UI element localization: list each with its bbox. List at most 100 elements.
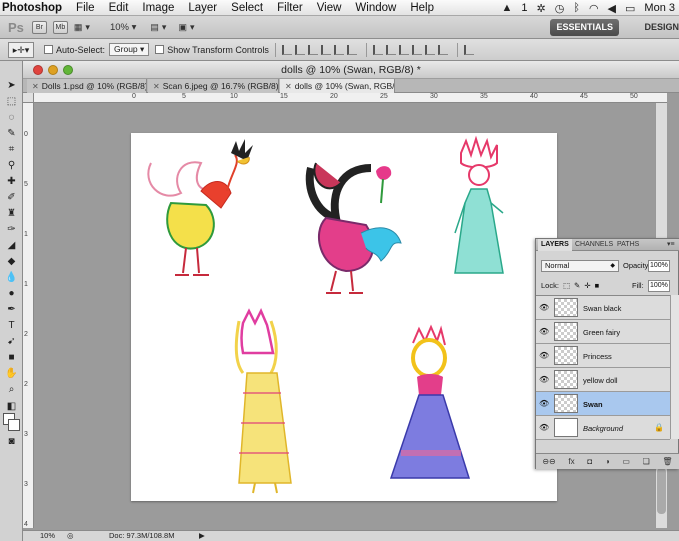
- adobe-icon[interactable]: ▲: [501, 2, 512, 14]
- layer-mask-icon[interactable]: ◘: [587, 457, 592, 466]
- lock-transparent-icon[interactable]: ⬚: [563, 280, 570, 292]
- status-zoom[interactable]: 10%: [40, 531, 55, 540]
- background-color-swatch[interactable]: [8, 419, 20, 431]
- path-selection-tool-icon[interactable]: ➹: [3, 335, 20, 348]
- eyedropper-tool-icon[interactable]: ⚲: [3, 159, 20, 172]
- extras-dropdown[interactable]: ▦ ▾: [74, 22, 90, 33]
- bluetooth-icon[interactable]: ᛒ: [573, 2, 580, 14]
- menu-edit[interactable]: Edit: [109, 2, 129, 14]
- dodge-tool-icon[interactable]: ●: [3, 287, 20, 300]
- sync-icon[interactable]: ✲: [537, 2, 546, 15]
- brush-tool-icon[interactable]: ✐: [3, 191, 20, 204]
- scroll-thumb[interactable]: [657, 468, 666, 514]
- menu-view[interactable]: View: [317, 2, 342, 14]
- distribute-hcenter-icon[interactable]: [424, 44, 435, 55]
- move-tool-icon[interactable]: ➤: [3, 79, 20, 92]
- visibility-eye-icon[interactable]: 👁: [539, 375, 549, 384]
- design-workspace-button[interactable]: DESIGN: [638, 19, 679, 36]
- auto-align-icon[interactable]: [463, 44, 474, 55]
- wifi-icon[interactable]: ◠: [589, 2, 599, 15]
- panel-menu-icon[interactable]: ▾≡: [664, 239, 678, 251]
- layer-swan-black[interactable]: 👁 Swan black: [536, 296, 670, 320]
- app-menu[interactable]: Photoshop: [2, 2, 62, 14]
- arrange-documents-dropdown[interactable]: ▤ ▾: [150, 22, 166, 33]
- bridge-button[interactable]: Br: [31, 20, 47, 34]
- horizontal-ruler[interactable]: 0 5 10 15 20 25 30 35 40 45 50: [34, 93, 667, 103]
- zoom-tool-icon[interactable]: ⌕: [3, 383, 20, 396]
- lock-position-icon[interactable]: ✛: [584, 280, 590, 292]
- close-tab-icon[interactable]: ✕: [153, 82, 160, 91]
- color-swatches-icon[interactable]: ◧: [3, 400, 20, 413]
- tab-paths[interactable]: PATHS: [614, 239, 642, 251]
- screen-mode-dropdown[interactable]: ▣ ▾: [178, 22, 194, 33]
- tool-preset-picker[interactable]: ▸✛▾: [8, 41, 34, 58]
- status-export-icon[interactable]: ◎: [67, 531, 74, 540]
- tab-channels[interactable]: CHANNELS: [572, 239, 616, 251]
- menu-select[interactable]: Select: [231, 2, 263, 14]
- auto-select-dropdown[interactable]: Group ▾: [109, 43, 150, 56]
- layer-swan[interactable]: 👁 Swan: [536, 392, 670, 416]
- distribute-bottom-icon[interactable]: [398, 44, 409, 55]
- minibridge-button[interactable]: Mb: [52, 20, 68, 34]
- align-left-icon[interactable]: [320, 44, 331, 55]
- quick-select-tool-icon[interactable]: ✎: [3, 127, 20, 140]
- vertical-ruler[interactable]: 0 5 1 1 2 2 3 3 4: [23, 103, 34, 528]
- time-machine-icon[interactable]: ◷: [555, 2, 565, 15]
- visibility-eye-icon[interactable]: 👁: [539, 351, 549, 360]
- tab-dolls-1[interactable]: ✕ Dolls 1.psd @ 10% (RGB/8) *: [27, 79, 147, 93]
- new-layer-icon[interactable]: ❏: [643, 457, 650, 466]
- close-tab-icon[interactable]: ✕: [285, 82, 292, 91]
- layer-princess[interactable]: 👁 Princess: [536, 344, 670, 368]
- zoom-level[interactable]: 10% ▾: [110, 22, 136, 33]
- paint-bucket-tool-icon[interactable]: ◆: [3, 255, 20, 268]
- hand-tool-icon[interactable]: ✋: [3, 367, 20, 380]
- visibility-eye-icon[interactable]: 👁: [539, 423, 549, 432]
- auto-select-checkbox[interactable]: [44, 45, 53, 54]
- lock-pixels-icon[interactable]: ✎: [574, 280, 580, 292]
- blur-tool-icon[interactable]: 💧: [3, 271, 20, 284]
- distribute-left-icon[interactable]: [411, 44, 422, 55]
- distribute-top-icon[interactable]: [372, 44, 383, 55]
- layer-background[interactable]: 👁 Background 🔒: [536, 416, 670, 440]
- menu-help[interactable]: Help: [410, 2, 434, 14]
- fill-field[interactable]: 100%: [648, 280, 670, 292]
- tab-layers[interactable]: LAYERS: [538, 239, 572, 251]
- visibility-eye-icon[interactable]: 👁: [539, 399, 549, 408]
- menu-layer[interactable]: Layer: [188, 2, 217, 14]
- status-menu-arrow-icon[interactable]: ▶: [199, 531, 205, 540]
- close-tab-icon[interactable]: ✕: [32, 82, 39, 91]
- marquee-tool-icon[interactable]: ⬚: [3, 95, 20, 108]
- menu-image[interactable]: Image: [142, 2, 174, 14]
- essentials-workspace-button[interactable]: ESSENTIALS: [550, 19, 619, 36]
- document-canvas[interactable]: [131, 133, 557, 501]
- align-bottom-icon[interactable]: [307, 44, 318, 55]
- link-layers-icon[interactable]: ⊖⊖: [542, 457, 555, 466]
- pen-tool-icon[interactable]: ✒: [3, 303, 20, 316]
- menu-filter[interactable]: Filter: [277, 2, 303, 14]
- align-hcenter-icon[interactable]: [333, 44, 344, 55]
- visibility-eye-icon[interactable]: 👁: [539, 327, 549, 336]
- healing-brush-tool-icon[interactable]: ✚: [3, 175, 20, 188]
- ruler-origin[interactable]: [23, 93, 34, 103]
- menu-window[interactable]: Window: [355, 2, 396, 14]
- quick-mask-icon[interactable]: ◙: [3, 435, 20, 448]
- align-right-icon[interactable]: [346, 44, 357, 55]
- eraser-tool-icon[interactable]: ◢: [3, 239, 20, 252]
- delete-layer-icon[interactable]: 🗑: [662, 457, 672, 466]
- clone-stamp-tool-icon[interactable]: ♜: [3, 207, 20, 220]
- tab-scan-6[interactable]: ✕ Scan 6.jpeg @ 16.7% (RGB/8) *: [148, 79, 279, 93]
- opacity-field[interactable]: 100%: [648, 260, 670, 272]
- menu-file[interactable]: File: [76, 2, 95, 14]
- align-top-icon[interactable]: [281, 44, 292, 55]
- clock[interactable]: Mon 3: [644, 2, 675, 14]
- distribute-right-icon[interactable]: [437, 44, 448, 55]
- align-vcenter-icon[interactable]: [294, 44, 305, 55]
- volume-icon[interactable]: ◀: [608, 2, 616, 15]
- lasso-tool-icon[interactable]: ◌: [3, 111, 20, 124]
- tab-dolls[interactable]: ✕dolls @ 10% (Swan, RGB/8) *: [280, 79, 395, 93]
- battery-icon[interactable]: ▭: [625, 2, 635, 15]
- layer-green-fairy[interactable]: 👁 Green fairy: [536, 320, 670, 344]
- adjustment-layer-icon[interactable]: ◑: [605, 457, 610, 466]
- new-group-icon[interactable]: ▭: [622, 457, 630, 466]
- type-tool-icon[interactable]: T: [3, 319, 20, 332]
